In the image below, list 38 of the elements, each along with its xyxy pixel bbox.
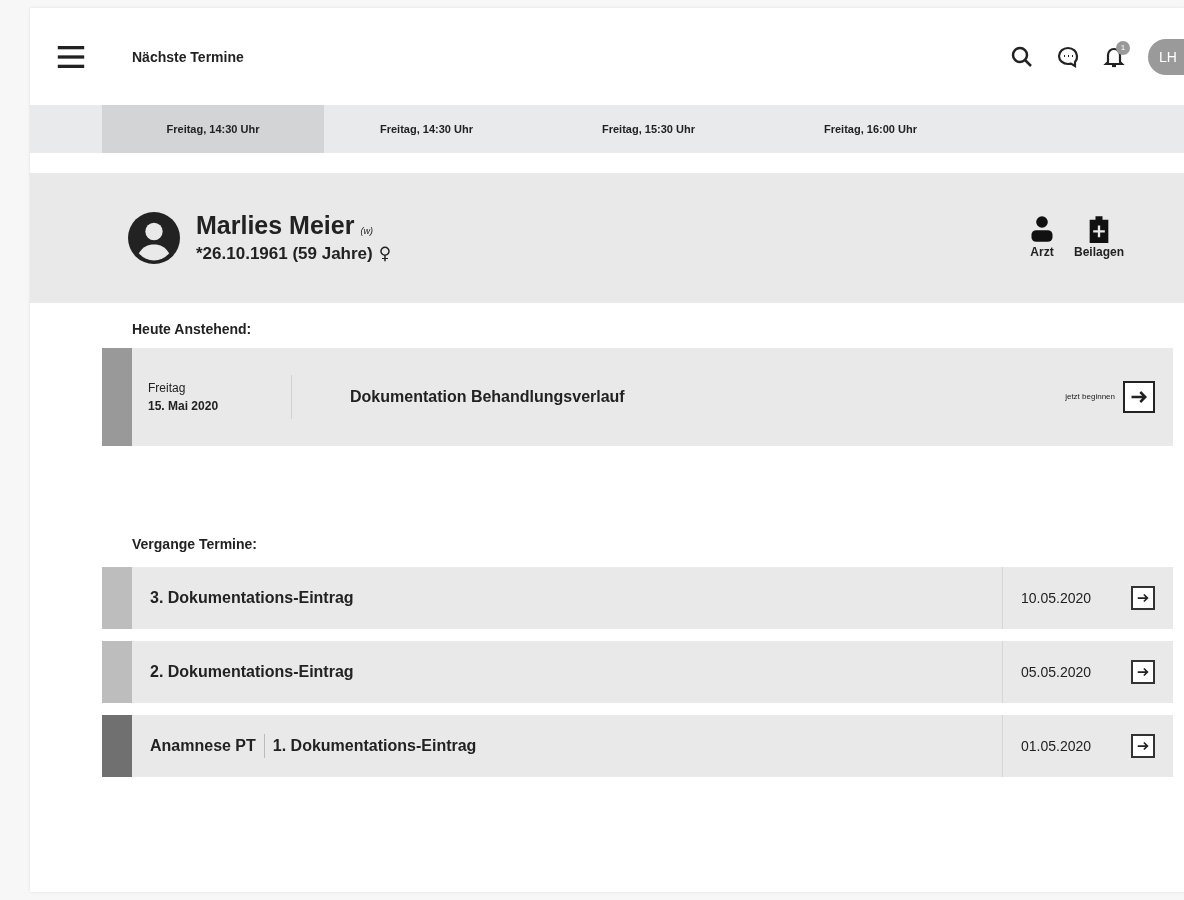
arrow-right-icon — [1136, 665, 1150, 679]
arrow-button[interactable] — [1131, 586, 1155, 610]
arrow-button[interactable] — [1131, 734, 1155, 758]
arrow-button[interactable] — [1123, 381, 1155, 413]
patient-action-button[interactable]: Arzt — [1028, 215, 1056, 261]
patient-name: Marlies Meier — [196, 209, 355, 241]
patient-pronoun: (w) — [360, 224, 373, 238]
entry-title: 2. Dokumentations-Eintrag — [150, 662, 354, 682]
appointment-day: Freitag — [148, 379, 291, 397]
arrow-right-icon — [1136, 591, 1150, 605]
arrow-right-icon — [1136, 739, 1150, 753]
tab[interactable]: Freitag, 14:30 Uhr — [324, 105, 546, 153]
user-avatar-icon — [128, 212, 180, 264]
entry-date: 05.05.2020 — [1021, 662, 1093, 682]
sex-symbol: ♀ — [378, 241, 392, 265]
page-title: Nächste Termine — [132, 47, 244, 67]
section-heading: Vergange Termine: — [132, 535, 258, 554]
tab[interactable]: Freitag, 14:30 Uhr — [102, 105, 324, 153]
past-appointment-row[interactable]: 2. Dokumentations-Eintrag 05.05.2020 — [102, 641, 1173, 703]
appointment-title: Dokumentation Behandlungsverlauf — [350, 387, 625, 407]
tab[interactable]: Freitag, 15:30 Uhr — [546, 105, 768, 153]
appointment-date: 15. Mai 2020 — [148, 398, 220, 415]
notification-badge: 1 — [1116, 40, 1130, 55]
patient-action-button[interactable]: Beilagen — [1074, 215, 1124, 261]
start-link[interactable]: jetzt beginnen — [1065, 391, 1115, 403]
entry-title: 3. Dokumentations-Eintrag — [150, 588, 354, 608]
chat-icon[interactable] — [1056, 44, 1080, 69]
past-appointment-row[interactable]: Anamnese PT 1. Dokumentations-Eintrag 01.05.2020 — [102, 715, 1173, 777]
entry-title: Anamnese PT — [150, 736, 256, 756]
tab[interactable]: Freitag, 16:00 Uhr — [768, 105, 990, 153]
past-appointment-row[interactable]: 3. Dokumentations-Eintrag 10.05.2020 — [102, 567, 1173, 629]
birth-date: *26.10.1961 (59 Jahre) — [196, 242, 373, 265]
arrow-button[interactable] — [1131, 660, 1155, 684]
entry-date: 10.05.2020 — [1021, 588, 1093, 608]
entry-title: 1. Dokumentations-Eintrag — [263, 734, 477, 758]
entry-date: 01.05.2020 — [1021, 736, 1093, 756]
search-icon[interactable] — [1010, 44, 1034, 69]
section-heading: Heute Anstehend: — [132, 320, 253, 339]
